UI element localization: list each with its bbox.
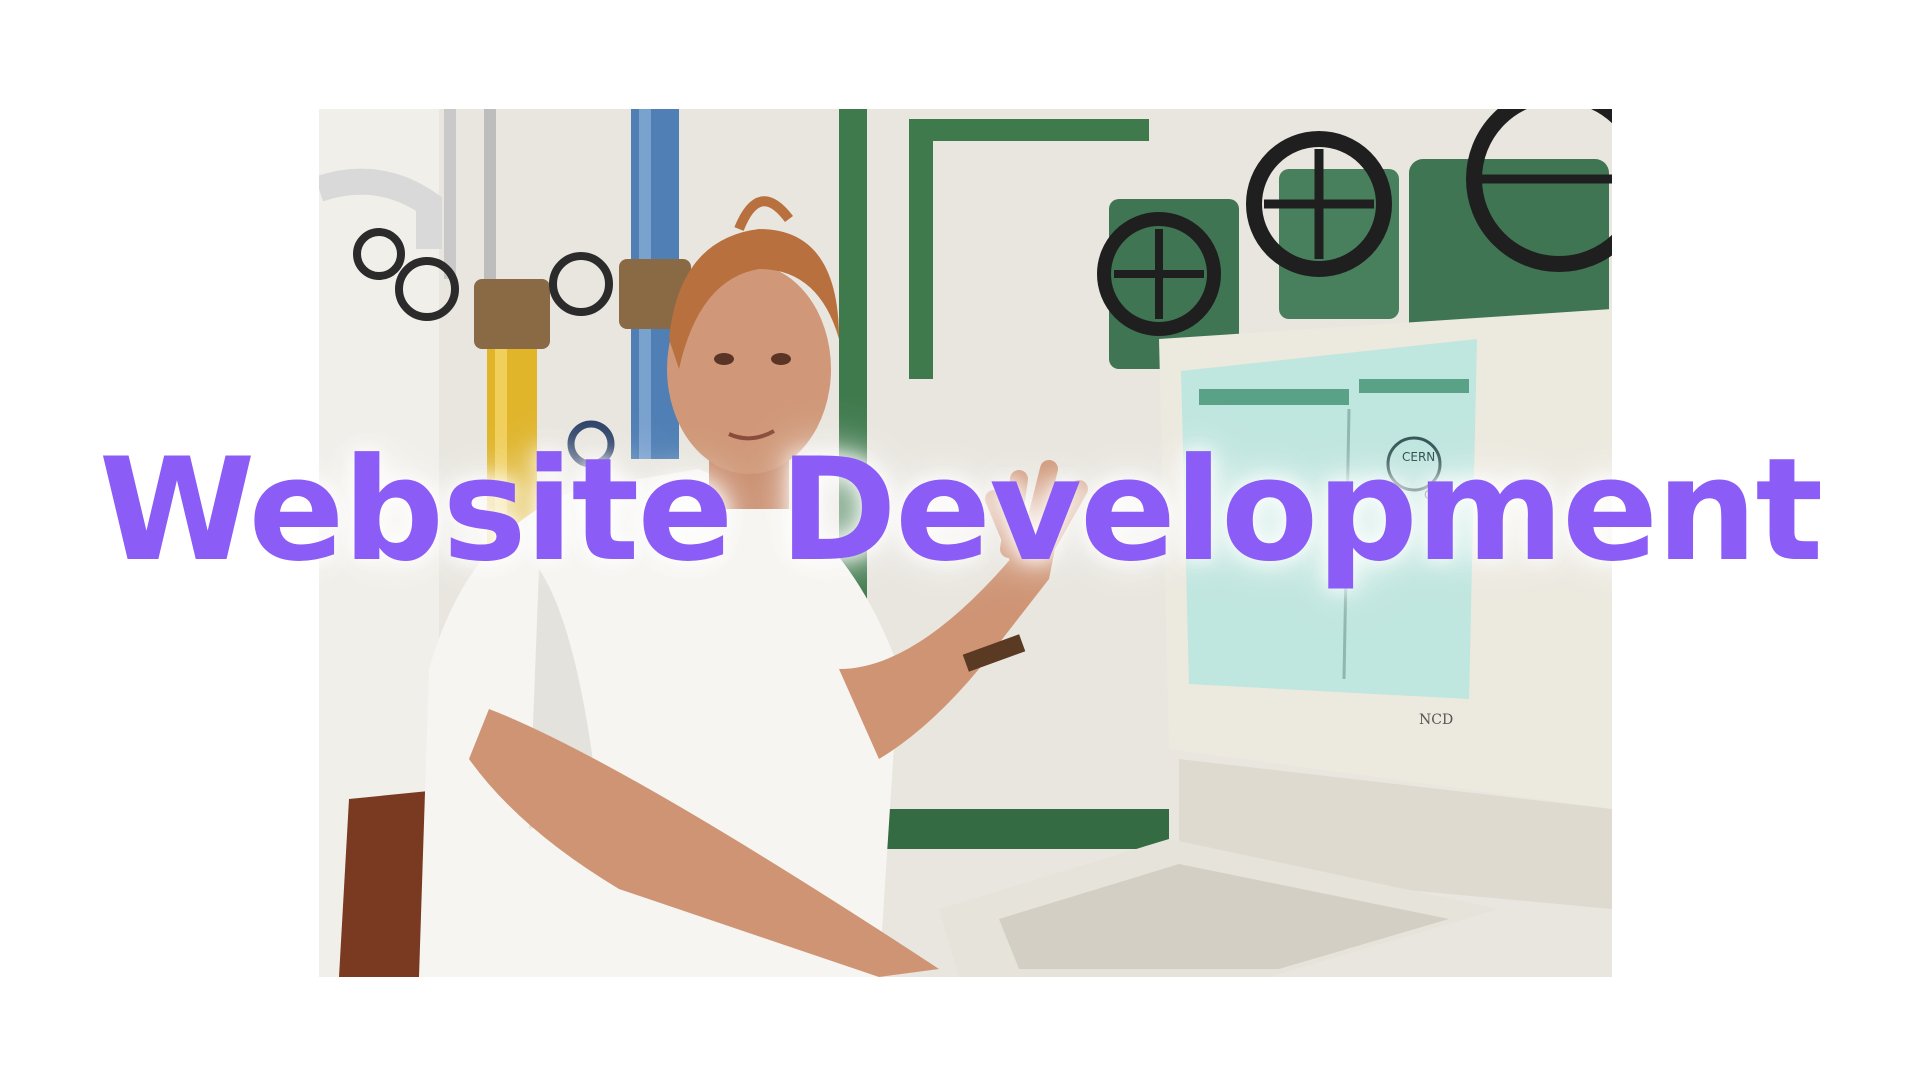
headline-title: Website Development [98,428,1824,593]
monitor: CERN CERN NCD [1159,309,1612,909]
slide-canvas: CERN CERN NCD Website Development [0,0,1920,1080]
monitor-brand-label: NCD [1419,712,1453,728]
